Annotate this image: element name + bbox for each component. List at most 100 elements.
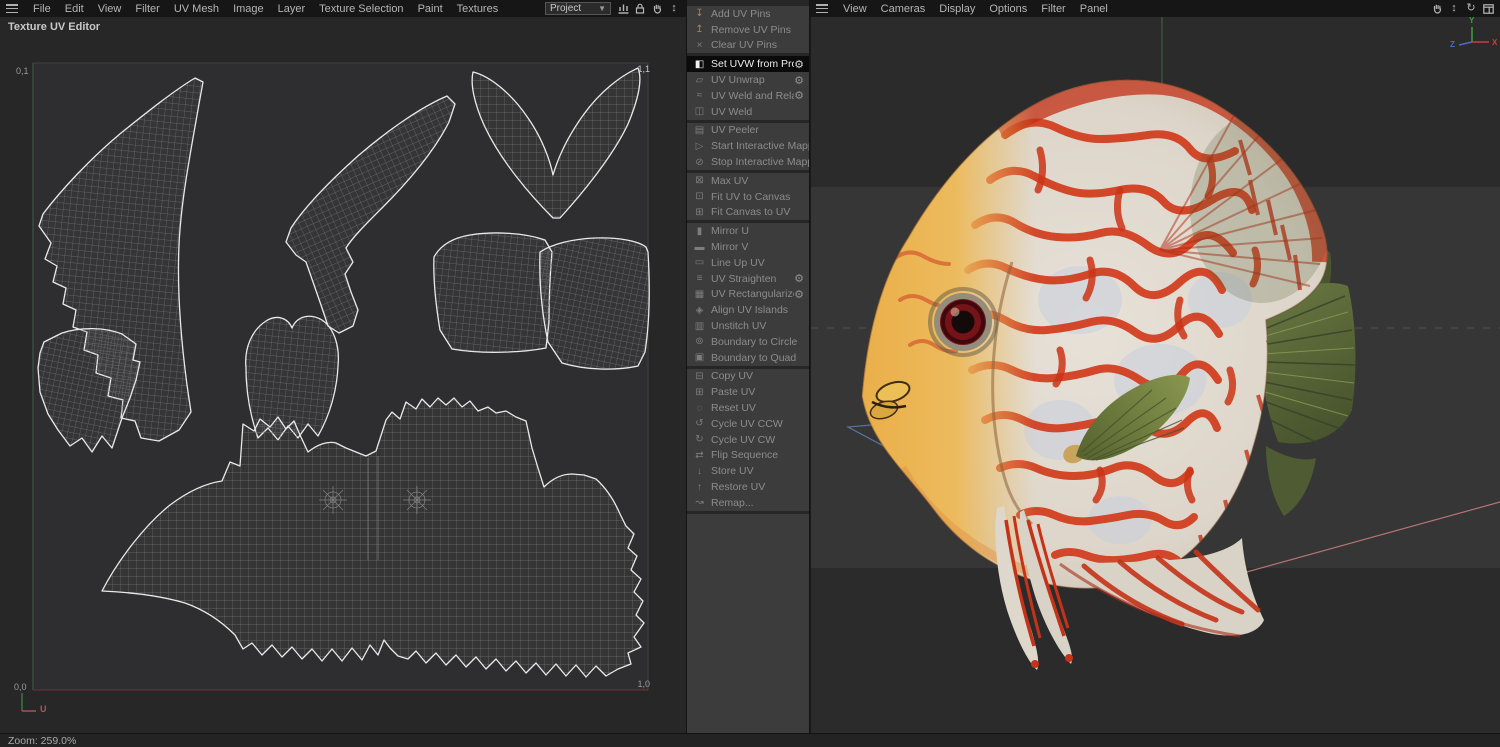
command-group-3: ▤ UV Peeler ▷ Start Interactive Mapping ⊘ Sto…	[687, 122, 809, 170]
command-add-uv-pins[interactable]: ↧ Add UV Pins	[687, 6, 809, 22]
uv-toolbar-icons: ↕	[617, 3, 680, 15]
align-uv-islands-icon: ◈	[695, 304, 704, 316]
chevron-down-icon: ▼	[598, 4, 606, 13]
command-label: Align UV Islands	[711, 304, 789, 317]
panel-icon[interactable]	[1482, 3, 1494, 15]
command-remap[interactable]: ↝ Remap...	[687, 495, 809, 511]
uv-editor-menus: File Edit View Filter UV Mesh Image Layer Textu…	[26, 3, 505, 15]
command-label: Store UV	[711, 465, 754, 478]
menu-view[interactable]: View	[91, 3, 129, 15]
command-label: UV Unwrap	[711, 74, 765, 87]
gear-icon[interactable]: ⚙	[794, 74, 804, 87]
command-stop-interactive-mapping[interactable]: ⊘ Stop Interactive Mapping	[687, 154, 809, 170]
gear-icon[interactable]: ⚙	[794, 288, 804, 301]
uv-island-fin-quad-left[interactable]	[433, 232, 553, 353]
uv-canvas[interactable]: 0,1 1,1 0,0 1,0 U	[0, 17, 686, 733]
menu-layer[interactable]: Layer	[271, 3, 313, 15]
command-uv-weld-and-relax[interactable]: ≈ UV Weld and Relax ⚙	[687, 88, 809, 104]
gear-icon[interactable]: ⚙	[794, 58, 804, 71]
3d-viewport[interactable]: Y X Z	[811, 17, 1500, 733]
hand-icon[interactable]	[1431, 3, 1443, 15]
command-label: Stop Interactive Mapping	[711, 156, 809, 169]
command-group-1: ↧ Add UV Pins ↥ Remove UV Pins × Clear UV Pin…	[687, 6, 809, 54]
move-vertical-icon[interactable]: ↕	[668, 3, 680, 15]
move-vertical-icon[interactable]: ↕	[1448, 3, 1460, 15]
viewport-canvas[interactable]: Y X Z	[811, 17, 1500, 733]
command-uv-unwrap[interactable]: ▱ UV Unwrap ⚙	[687, 72, 809, 88]
menu-textures[interactable]: Textures	[450, 3, 506, 15]
menu-display[interactable]: Display	[932, 3, 982, 15]
command-max-uv[interactable]: ⊠ Max UV	[687, 173, 809, 189]
start-interactive-mapping-icon: ▷	[695, 140, 704, 152]
command-unstitch-uv[interactable]: ▥ Unstitch UV	[687, 318, 809, 334]
uv-island-fin-quad-right[interactable]	[539, 237, 650, 370]
command-label: Clear UV Pins	[711, 39, 777, 52]
rotate-icon[interactable]: ↻	[1465, 3, 1477, 15]
command-uv-weld[interactable]: ◫ UV Weld	[687, 104, 809, 120]
command-remove-uv-pins[interactable]: ↥ Remove UV Pins	[687, 22, 809, 38]
command-flip-sequence[interactable]: ⇄ Flip Sequence	[687, 448, 809, 464]
uv-label-11: 1,1	[637, 64, 650, 74]
menu-panel[interactable]: Panel	[1073, 3, 1115, 15]
command-start-interactive-mapping[interactable]: ▷ Start Interactive Mapping	[687, 138, 809, 154]
command-group-5: ▮ Mirror U ▬ Mirror V ▭ Line Up UV ≡ UV Straigh…	[687, 223, 809, 366]
hamburger-menu-icon[interactable]	[6, 4, 18, 13]
menu-texture-selection[interactable]: Texture Selection	[312, 3, 410, 15]
menu-file[interactable]: File	[26, 3, 58, 15]
menu-image[interactable]: Image	[226, 3, 271, 15]
menu-edit[interactable]: Edit	[58, 3, 91, 15]
gear-icon[interactable]: ⚙	[794, 89, 804, 102]
command-label: Flip Sequence	[711, 449, 779, 462]
command-label: UV Weld and Relax	[711, 89, 795, 102]
command-fit-canvas-to-uv[interactable]: ⊞ Fit Canvas to UV	[687, 205, 809, 221]
hamburger-menu-icon[interactable]	[816, 4, 828, 13]
command-label: Unstitch UV	[711, 320, 767, 333]
stop-interactive-mapping-icon: ⊘	[695, 156, 704, 168]
command-fit-uv-to-canvas[interactable]: ⊡ Fit UV to Canvas	[687, 189, 809, 205]
command-store-uv[interactable]: ↓ Store UV	[687, 463, 809, 479]
command-set-uvw-from-projection[interactable]: ◧ Set UVW from Projection⚙	[687, 56, 809, 73]
command-label: Mirror U	[711, 225, 749, 238]
command-restore-uv[interactable]: ↑ Restore UV	[687, 479, 809, 495]
command-uv-peeler[interactable]: ▤ UV Peeler	[687, 123, 809, 139]
lock-icon[interactable]	[634, 3, 646, 15]
command-clear-uv-pins[interactable]: × Clear UV Pins	[687, 38, 809, 54]
clear-uv-pins-icon: ×	[696, 39, 703, 51]
flip-sequence-icon: ⇄	[695, 449, 704, 461]
command-uv-straighten[interactable]: ≡ UV Straighten ⚙	[687, 271, 809, 287]
command-reset-uv[interactable]: ◌ Reset UV	[687, 400, 809, 416]
command-boundary-to-circle[interactable]: ⊚ Boundary to Circle	[687, 334, 809, 350]
command-boundary-to-quad[interactable]: ▣ Boundary to Quad	[687, 350, 809, 366]
command-paste-uv[interactable]: ⊞ Paste UV	[687, 384, 809, 400]
command-label: Boundary to Circle	[711, 335, 798, 348]
status-bar: Zoom: 259.0%	[0, 733, 1500, 747]
command-cycle-uv-cw[interactable]: ↻ Cycle UV CW	[687, 432, 809, 448]
cycle-uv-ccw-icon: ↺	[695, 418, 704, 430]
hand-icon[interactable]	[651, 3, 663, 15]
project-dropdown[interactable]: Project ▼	[545, 2, 611, 15]
menu-cameras[interactable]: Cameras	[874, 3, 933, 15]
mirror-u-icon: ▮	[696, 225, 703, 237]
restore-uv-icon: ↑	[697, 481, 702, 493]
reset-uv-icon: ◌	[696, 402, 703, 414]
gear-icon[interactable]: ⚙	[794, 272, 804, 285]
command-copy-uv[interactable]: ⊟ Copy UV	[687, 369, 809, 385]
command-align-uv-islands[interactable]: ◈ Align UV Islands	[687, 302, 809, 318]
menu-view[interactable]: View	[836, 3, 874, 15]
discus-fish-model[interactable]	[855, 79, 1357, 670]
command-mirror-u[interactable]: ▮ Mirror U	[687, 223, 809, 239]
menu-filter[interactable]: Filter	[128, 3, 166, 15]
menu-filter[interactable]: Filter	[1034, 3, 1072, 15]
histogram-icon[interactable]	[617, 3, 629, 15]
command-cycle-uv-ccw[interactable]: ↺ Cycle UV CCW	[687, 416, 809, 432]
menu-paint[interactable]: Paint	[411, 3, 450, 15]
fish-eye	[928, 287, 998, 357]
command-label: Set UVW from Projection	[711, 58, 794, 71]
uv-label-01: 0,1	[16, 66, 29, 76]
command-line-up-uv[interactable]: ▭ Line Up UV	[687, 255, 809, 271]
command-mirror-v[interactable]: ▬ Mirror V	[687, 239, 809, 255]
menu-options[interactable]: Options	[982, 3, 1034, 15]
uv-axis-gizmo: U	[21, 693, 47, 714]
menu-uv-mesh[interactable]: UV Mesh	[167, 3, 226, 15]
command-uv-rectangularize[interactable]: ▦ UV Rectangularize ⚙	[687, 287, 809, 303]
